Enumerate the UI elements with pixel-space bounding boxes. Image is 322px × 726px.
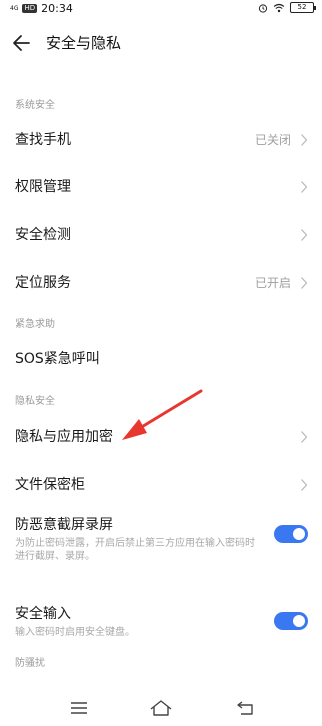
row-location-service[interactable]: 定位服务 已开启 xyxy=(0,261,322,305)
menu-icon[interactable] xyxy=(67,698,91,718)
chevron-right-icon xyxy=(301,431,308,443)
file-safe-label: 文件保密柜 xyxy=(15,477,85,493)
anti-capture-label: 防恶意截屏录屏 xyxy=(15,517,113,533)
chevron-right-icon xyxy=(301,277,308,289)
alarm-icon xyxy=(258,3,268,13)
location-status: 已开启 xyxy=(254,276,291,290)
chevron-right-icon xyxy=(301,229,308,241)
row-privacy-app-encryption[interactable]: 隐私与应用加密 xyxy=(0,415,322,459)
row-file-safe[interactable]: 文件保密柜 xyxy=(0,463,322,507)
home-icon[interactable] xyxy=(149,698,173,718)
network-indicator: 4G xyxy=(10,4,19,12)
find-phone-label: 查找手机 xyxy=(15,132,71,148)
section-anti-harassment: 防骚扰 xyxy=(15,658,45,669)
privacy-encrypt-label: 隐私与应用加密 xyxy=(15,429,113,445)
chevron-right-icon xyxy=(301,181,308,193)
battery-icon: 52 xyxy=(290,2,316,13)
row-security-check[interactable]: 安全检测 xyxy=(0,213,322,257)
wifi-icon xyxy=(273,3,285,12)
back-icon[interactable] xyxy=(234,698,258,718)
section-system-security: 系统安全 xyxy=(15,100,55,111)
row-permission-management[interactable]: 权限管理 xyxy=(0,165,322,209)
status-left: 4G HD 20:34 xyxy=(10,2,73,15)
row-anti-screen-capture: 防恶意截屏录屏 为防止密码泄露，开启后禁止第三方应用在输入密码时进行截屏、录屏。 xyxy=(0,509,322,571)
section-privacy-security: 隐私安全 xyxy=(15,396,55,407)
permission-label: 权限管理 xyxy=(15,179,71,195)
secure-input-toggle[interactable] xyxy=(274,612,308,630)
row-sos[interactable]: SOS紧急呼叫 xyxy=(0,337,322,381)
location-label: 定位服务 xyxy=(15,275,71,291)
section-emergency: 紧急求助 xyxy=(15,319,55,330)
page-title: 安全与隐私 xyxy=(46,34,122,52)
secure-input-label: 安全输入 xyxy=(15,606,71,622)
chevron-right-icon xyxy=(301,479,308,491)
chevron-right-icon xyxy=(301,134,308,146)
back-arrow-icon[interactable] xyxy=(10,32,34,54)
navigation-bar xyxy=(0,690,322,726)
hd-badge: HD xyxy=(22,4,38,13)
status-time: 20:34 xyxy=(41,2,73,15)
security-check-label: 安全检测 xyxy=(15,227,71,243)
secure-input-description: 输入密码时启用安全键盘。 xyxy=(15,627,135,638)
row-secure-input: 安全输入 输入密码时启用安全键盘。 xyxy=(0,598,322,644)
find-phone-status: 已关闭 xyxy=(254,133,291,147)
status-right: 52 xyxy=(258,2,316,13)
status-bar: 4G HD 20:34 52 xyxy=(0,0,322,18)
anti-capture-description: 为防止密码泄露，开启后禁止第三方应用在输入密码时进行截屏、录屏。 xyxy=(15,538,255,562)
header: 安全与隐私 xyxy=(0,26,322,60)
anti-capture-toggle[interactable] xyxy=(274,525,308,543)
row-find-phone[interactable]: 查找手机 已关闭 xyxy=(0,118,322,162)
sos-label: SOS紧急呼叫 xyxy=(15,351,100,367)
